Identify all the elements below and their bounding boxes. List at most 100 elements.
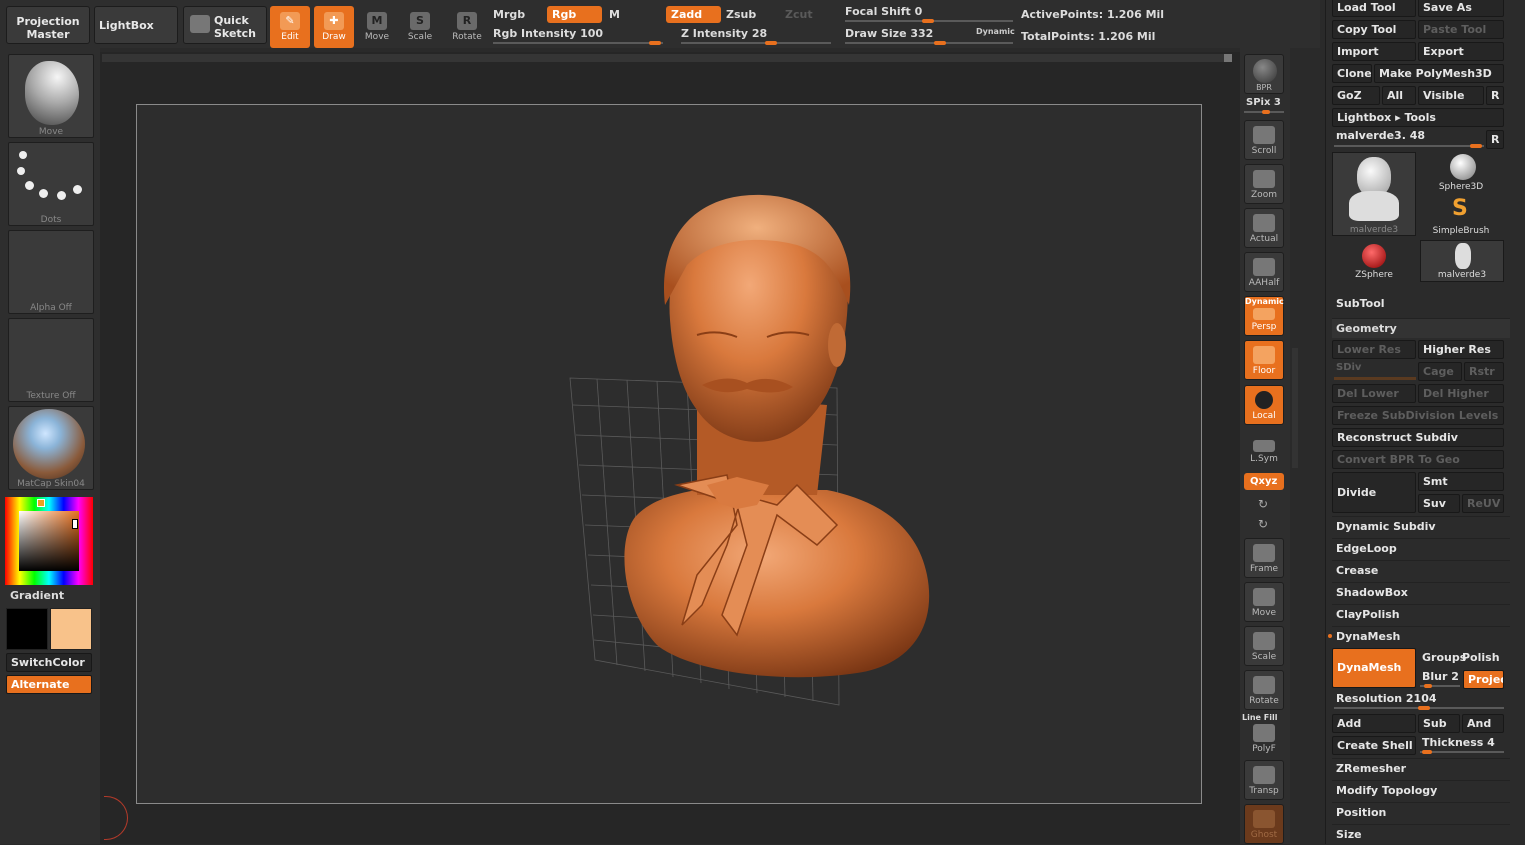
projection-master-button[interactable]: Projection Master <box>6 6 90 44</box>
dynamesh-header[interactable]: DynaMesh <box>1332 626 1510 646</box>
model-viewport[interactable] <box>137 105 1203 805</box>
hue-marker[interactable] <box>37 499 45 507</box>
mrgb-toggle[interactable]: Mrgb <box>488 6 543 23</box>
load-tool-button[interactable]: Load Tool <box>1332 0 1416 17</box>
tool-slider-knob[interactable] <box>1470 144 1482 148</box>
import-button[interactable]: Import <box>1332 42 1416 61</box>
tool-thumb-simplebrush[interactable]: S SimpleBrush <box>1418 196 1504 238</box>
color-square[interactable] <box>19 511 79 571</box>
ghost-button[interactable]: Ghost <box>1244 804 1284 844</box>
move-button[interactable]: M Move <box>357 6 397 48</box>
groups-toggle[interactable]: Groups <box>1422 651 1466 664</box>
tool-slider[interactable] <box>1334 144 1484 148</box>
shadowbox-header[interactable]: ShadowBox <box>1332 582 1510 602</box>
crease-header[interactable]: Crease <box>1332 560 1510 580</box>
canvas-corner-handle[interactable] <box>1224 54 1232 62</box>
bust-model[interactable] <box>624 194 930 678</box>
secondary-color-swatch[interactable] <box>50 608 92 650</box>
tool-r-button[interactable]: R <box>1486 130 1504 149</box>
zremesher-header[interactable]: ZRemesher <box>1332 758 1510 778</box>
export-button[interactable]: Export <box>1418 42 1504 61</box>
and-button[interactable]: And <box>1462 714 1504 733</box>
scale-view-button[interactable]: Scale <box>1244 626 1284 666</box>
modify-topology-header[interactable]: Modify Topology <box>1332 780 1510 800</box>
rgb-intensity-knob[interactable] <box>649 41 661 45</box>
stroke-selector[interactable]: Dots <box>8 142 94 226</box>
color-picker[interactable] <box>5 497 93 585</box>
zoom-button[interactable]: Zoom <box>1244 164 1284 204</box>
zadd-toggle[interactable]: Zadd <box>666 6 721 23</box>
resolution-knob[interactable] <box>1418 706 1430 710</box>
higher-res-button[interactable]: Higher Res <box>1418 340 1504 359</box>
del-lower-button[interactable]: Del Lower <box>1332 384 1416 403</box>
tool-thumb-zsphere[interactable]: ZSphere <box>1332 240 1416 282</box>
add-button[interactable]: Add <box>1332 714 1416 733</box>
paste-tool-button[interactable]: Paste Tool <box>1418 20 1504 39</box>
texture-selector[interactable]: Texture Off <box>8 318 94 402</box>
tray-divider[interactable] <box>1292 348 1298 468</box>
persp-button[interactable]: Dynamic Persp <box>1244 296 1284 336</box>
subtool-header[interactable]: SubTool <box>1332 294 1510 314</box>
main-color-swatch[interactable] <box>6 608 48 650</box>
spix-slider[interactable] <box>1244 110 1284 114</box>
zsub-toggle[interactable]: Zsub <box>721 6 776 23</box>
alternate-button[interactable]: Alternate <box>6 675 92 694</box>
size-header[interactable]: Size <box>1332 824 1510 844</box>
smt-button[interactable]: Smt <box>1418 472 1504 491</box>
tool-thumb-malverde3[interactable]: malverde3 <box>1332 152 1416 236</box>
create-shell-button[interactable]: Create Shell <box>1332 736 1416 755</box>
sdiv-slider[interactable] <box>1334 377 1416 380</box>
project-button[interactable]: Projec <box>1463 670 1504 689</box>
draw-size-slider[interactable] <box>845 41 1013 45</box>
z-intensity-slider[interactable] <box>681 41 831 45</box>
suv-button[interactable]: Suv <box>1418 494 1460 513</box>
material-selector[interactable]: MatCap Skin04 <box>8 406 94 490</box>
lsym-button[interactable]: L.Sym <box>1244 430 1284 470</box>
draw-size-knob[interactable] <box>934 41 946 45</box>
goz-button[interactable]: GoZ <box>1332 86 1380 105</box>
edgeloop-header[interactable]: EdgeLoop <box>1332 538 1510 558</box>
frame-button[interactable]: Frame <box>1244 538 1284 578</box>
goz-all-button[interactable]: All <box>1382 86 1416 105</box>
claypolish-header[interactable]: ClayPolish <box>1332 604 1510 624</box>
bpr-button[interactable]: BPR <box>1244 54 1284 94</box>
resolution-slider[interactable] <box>1334 706 1504 710</box>
divide-button[interactable]: Divide <box>1332 472 1416 513</box>
position-header[interactable]: Position <box>1332 802 1510 822</box>
scroll-button[interactable]: Scroll <box>1244 120 1284 160</box>
zcut-toggle[interactable]: Zcut <box>780 6 835 23</box>
rgb-toggle[interactable]: Rgb <box>547 6 602 23</box>
goz-visible-button[interactable]: Visible <box>1418 86 1484 105</box>
actual-button[interactable]: Actual <box>1244 208 1284 248</box>
blur-slider[interactable] <box>1420 684 1460 688</box>
transp-button[interactable]: Transp <box>1244 760 1284 800</box>
dynamic-size-toggle[interactable]: Dynamic <box>976 27 1015 36</box>
color-marker[interactable] <box>72 519 78 529</box>
draw-button[interactable]: ✚ Draw <box>314 6 354 48</box>
move-view-button[interactable]: Move <box>1244 582 1284 622</box>
convert-bpr-button[interactable]: Convert BPR To Geo <box>1332 450 1504 469</box>
local-button[interactable]: Local <box>1244 385 1284 425</box>
sub-button[interactable]: Sub <box>1418 714 1460 733</box>
lightbox-tools-button[interactable]: Lightbox ▸ Tools <box>1332 108 1504 127</box>
rotate-view-button[interactable]: Rotate <box>1244 670 1284 710</box>
gradient-label[interactable]: Gradient <box>10 589 64 602</box>
tool-thumb-sphere3d[interactable]: Sphere3D <box>1418 152 1504 194</box>
blur-knob[interactable] <box>1424 684 1432 688</box>
dynamic-subdiv-header[interactable]: Dynamic Subdiv <box>1332 516 1510 536</box>
save-as-button[interactable]: Save As <box>1418 0 1504 17</box>
freeze-subdivision-button[interactable]: Freeze SubDivision Levels <box>1332 406 1504 425</box>
focal-shift-slider[interactable] <box>845 19 1013 23</box>
reuv-button[interactable]: ReUV <box>1462 494 1504 513</box>
clone-button[interactable]: Clone <box>1332 64 1372 83</box>
document-viewport[interactable] <box>136 104 1202 804</box>
lower-res-button[interactable]: Lower Res <box>1332 340 1416 359</box>
rotate-y-icon[interactable]: ↻ <box>1258 497 1268 511</box>
thickness-knob[interactable] <box>1422 750 1432 754</box>
quick-sketch-button[interactable]: Quick Sketch <box>183 6 267 44</box>
alpha-selector[interactable]: Alpha Off <box>8 230 94 314</box>
aahalf-button[interactable]: AAHalf <box>1244 252 1284 292</box>
edit-button[interactable]: ✎ Edit <box>270 6 310 48</box>
brush-selector[interactable]: Move <box>8 54 94 138</box>
m-toggle[interactable]: M <box>604 6 659 23</box>
